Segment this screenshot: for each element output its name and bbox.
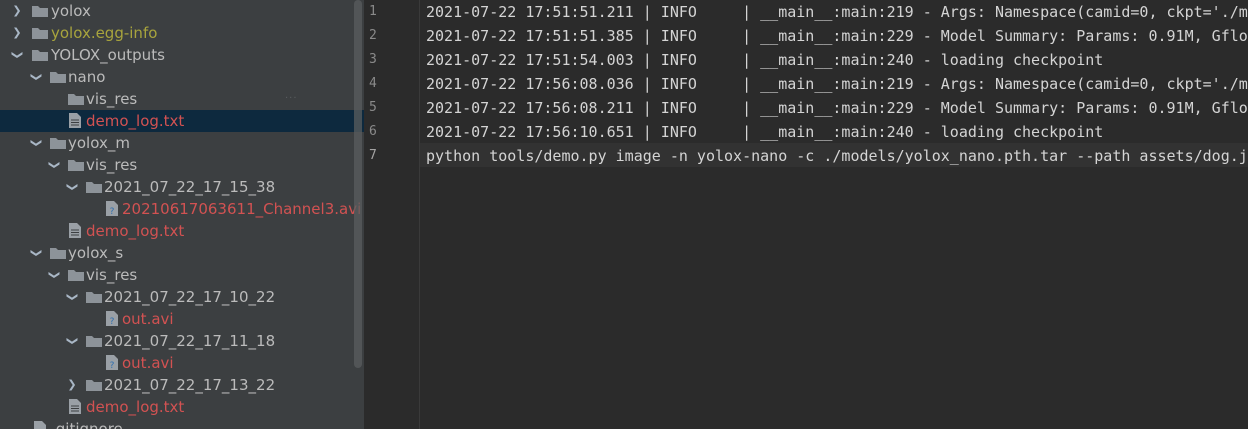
- line-number: 4: [369, 76, 377, 91]
- tree-item-yolox-m[interactable]: ❯ yolox_m: [0, 132, 364, 154]
- chevron-down-icon[interactable]: ❯: [25, 136, 47, 150]
- tree-item-label: out.avi: [122, 354, 174, 372]
- folder-icon: [32, 50, 48, 61]
- folder-icon: [68, 160, 84, 171]
- line-number-gutter: 1 2 3 4 5 6 7: [364, 0, 420, 429]
- folder-icon: [86, 292, 102, 303]
- folder-icon: [68, 270, 84, 281]
- chevron-down-icon[interactable]: ❯: [61, 180, 83, 194]
- text-file-icon: [69, 113, 81, 128]
- tree-scrollbar[interactable]: [354, 0, 362, 368]
- tree-item-run-folder[interactable]: ❯ 2021_07_22_17_15_38: [0, 176, 364, 198]
- tree-item-label: vis_res: [86, 266, 138, 284]
- ellipsis-icon: ···: [285, 93, 298, 104]
- svg-text:?: ?: [110, 361, 115, 370]
- tree-item-label: yolox: [51, 2, 91, 20]
- svg-text:?: ?: [110, 207, 115, 216]
- tree-item-vis-res[interactable]: vis_res ···: [0, 88, 364, 110]
- tree-item-video-file[interactable]: ? 20210617063611_Channel3.avi: [0, 198, 364, 220]
- chevron-down-icon[interactable]: ❯: [6, 48, 28, 62]
- tree-item-run-folder[interactable]: ❯ 2021_07_22_17_13_22: [0, 374, 364, 396]
- tree-item-nano[interactable]: ❯ nano: [0, 66, 364, 88]
- tree-item-label: 20210617063611_Channel3.avi: [122, 200, 362, 218]
- tree-item-label: demo_log.txt: [86, 112, 185, 130]
- folder-icon: [68, 94, 84, 105]
- tree-item-label: 2021_07_22_17_13_22: [104, 376, 276, 394]
- tree-item-yolox-outputs[interactable]: ❯ YOLOX_outputs: [0, 44, 364, 66]
- tree-item-label: demo_log.txt: [86, 398, 185, 416]
- tree-item-label: vis_res: [86, 156, 138, 174]
- folder-icon: [50, 72, 66, 83]
- tree-item-label: 2021_07_22_17_10_22: [104, 288, 276, 306]
- chevron-down-icon[interactable]: ❯: [43, 268, 65, 282]
- tree-item-label: yolox_s: [68, 244, 124, 262]
- tree-item-demo-log[interactable]: demo_log.txt: [0, 396, 364, 418]
- tree-item-yolox-s[interactable]: ❯ yolox_s: [0, 242, 364, 264]
- line-number: 6: [369, 124, 377, 139]
- tree-item-demo-log-selected[interactable]: demo_log.txt: [0, 110, 364, 132]
- folder-icon: [86, 182, 102, 193]
- tree-item-vis-res[interactable]: ❯ vis_res: [0, 264, 364, 286]
- editor-pane[interactable]: 1 2 3 4 5 6 7 2021-07-22 17:51:51.211 | …: [364, 0, 1248, 429]
- text-file-icon: [69, 399, 81, 414]
- chevron-down-icon[interactable]: ❯: [61, 334, 83, 348]
- tree-item-label: .gitignore: [51, 420, 123, 429]
- tree-item-demo-log[interactable]: demo_log.txt: [0, 220, 364, 242]
- tree-item-label: vis_res: [86, 90, 138, 108]
- tree-item-label: yolox_m: [68, 134, 130, 152]
- tree-item-label: 2021_07_22_17_11_18: [104, 332, 276, 350]
- tree-item-gitignore[interactable]: .gitignore: [0, 418, 364, 429]
- tree-item-vis-res[interactable]: ❯ vis_res: [0, 154, 364, 176]
- code-line[interactable]: 2021-07-22 17:51:51.385 | INFO | __main_…: [420, 24, 1248, 48]
- code-line[interactable]: 2021-07-22 17:56:08.036 | INFO | __main_…: [420, 72, 1248, 96]
- tree-item-yolox[interactable]: ❯ yolox: [0, 0, 364, 22]
- ide-window: ❯ yolox ❯ yolox.egg-info ❯ YOLOX_outputs…: [0, 0, 1248, 429]
- tree-item-video-file[interactable]: ? out.avi: [0, 352, 364, 374]
- tree-item-video-file[interactable]: ? out.avi: [0, 308, 364, 330]
- chevron-right-icon[interactable]: ❯: [65, 374, 79, 396]
- code-line[interactable]: 2021-07-22 17:56:10.651 | INFO | __main_…: [420, 120, 1248, 144]
- folder-icon: [50, 138, 66, 149]
- text-file-icon: [69, 223, 81, 238]
- tree-item-label: nano: [68, 68, 106, 86]
- tree-item-yolox-egg-info[interactable]: ❯ yolox.egg-info: [0, 22, 364, 44]
- tree-item-label: YOLOX_outputs: [51, 46, 165, 64]
- line-number: 3: [369, 52, 377, 67]
- chevron-down-icon[interactable]: ❯: [25, 70, 47, 84]
- tree-item-label: out.avi: [122, 310, 174, 328]
- chevron-down-icon[interactable]: ❯: [61, 290, 83, 304]
- unknown-file-icon: ?: [106, 355, 118, 370]
- unknown-file-icon: ?: [106, 311, 118, 326]
- line-number: 1: [369, 4, 377, 19]
- tree-item-label: yolox.egg-info: [51, 24, 158, 42]
- code-line[interactable]: 2021-07-22 17:51:51.211 | INFO | __main_…: [420, 0, 1248, 24]
- chevron-right-icon[interactable]: ❯: [10, 0, 24, 22]
- svg-text:?: ?: [110, 317, 115, 326]
- line-number: 5: [369, 100, 377, 115]
- code-line[interactable]: python tools/demo.py image -n yolox-nano…: [420, 144, 1248, 168]
- folder-icon: [32, 6, 48, 17]
- folder-icon: [50, 248, 66, 259]
- project-tree[interactable]: ❯ yolox ❯ yolox.egg-info ❯ YOLOX_outputs…: [0, 0, 364, 429]
- chevron-right-icon[interactable]: ❯: [10, 22, 24, 44]
- tree-item-label: 2021_07_22_17_15_38: [104, 178, 276, 196]
- line-number: 7: [369, 148, 377, 163]
- unknown-file-icon: ?: [106, 201, 118, 216]
- text-file-icon: [34, 421, 46, 429]
- code-line[interactable]: 2021-07-22 17:56:08.211 | INFO | __main_…: [420, 96, 1248, 120]
- code-line[interactable]: 2021-07-22 17:51:54.003 | INFO | __main_…: [420, 48, 1248, 72]
- tree-item-label: demo_log.txt: [86, 222, 185, 240]
- folder-icon: [86, 380, 102, 391]
- tree-item-run-folder[interactable]: ❯ 2021_07_22_17_10_22: [0, 286, 364, 308]
- line-number: 2: [369, 28, 377, 43]
- folder-icon: [86, 336, 102, 347]
- chevron-down-icon[interactable]: ❯: [25, 246, 47, 260]
- folder-icon: [32, 28, 48, 39]
- chevron-down-icon[interactable]: ❯: [43, 158, 65, 172]
- tree-item-run-folder[interactable]: ❯ 2021_07_22_17_11_18: [0, 330, 364, 352]
